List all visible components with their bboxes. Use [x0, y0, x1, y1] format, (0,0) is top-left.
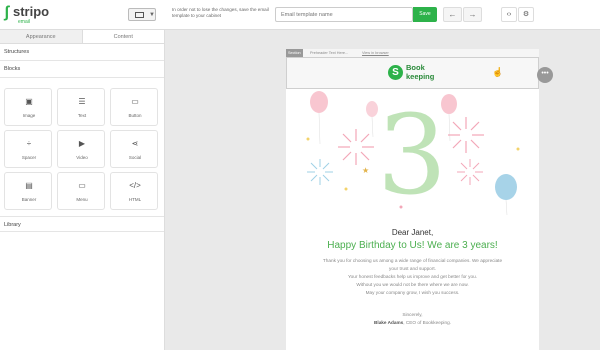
block-label: Spacer	[21, 155, 37, 160]
greeting[interactable]: Dear Janet,	[286, 228, 539, 237]
block-html[interactable]: </> HTML	[110, 172, 158, 210]
logo-mark-icon: ʃ	[4, 4, 10, 21]
sidebar-tabs: Appearance Content	[0, 30, 164, 44]
library-section[interactable]: Library	[0, 216, 164, 232]
mouse-cursor-icon: ☝	[492, 67, 504, 77]
balloon-pink-left	[310, 91, 328, 113]
block-video[interactable]: ▶ Video	[57, 130, 105, 168]
more-icon: •••	[541, 70, 549, 77]
body-line: May your company grow, I wish you succes…	[365, 290, 460, 296]
preheader-text[interactable]: Preheader Text Here...	[310, 49, 348, 57]
structures-section[interactable]: Structures	[0, 44, 164, 61]
confetti-dot	[344, 187, 348, 191]
block-text[interactable]: ☰ Text	[57, 88, 105, 126]
block-label: Image	[22, 113, 36, 118]
firework-pink-left	[338, 129, 374, 165]
brand-line-2: keeping	[406, 72, 435, 81]
banner-icon: ▤	[25, 181, 33, 190]
settings-button[interactable]: ⚙	[518, 7, 534, 22]
balloon-blue	[495, 174, 517, 200]
template-name-input[interactable]	[275, 7, 413, 22]
blocks-section[interactable]: Blocks	[0, 61, 164, 78]
html-icon: </>	[129, 181, 141, 190]
redo-icon: →	[468, 10, 477, 19]
headline[interactable]: Happy Birthday to Us! We are 3 years!	[286, 240, 539, 251]
block-menu[interactable]: ▭ Menu	[57, 172, 105, 210]
signature-name: Blake Adams	[374, 320, 404, 325]
signoff[interactable]: Sincerely,	[286, 312, 539, 317]
body-line: Thank you for choosing us among a wide r…	[322, 258, 503, 263]
more-options-button[interactable]: •••	[537, 67, 553, 83]
block-label: Banner	[21, 197, 37, 202]
block-label: Text	[77, 113, 87, 118]
firework-blue-left	[307, 159, 333, 185]
signature[interactable]: Blake Adams, CEO of Bookkeeping.	[286, 320, 539, 325]
text-icon: ☰	[78, 97, 86, 106]
sidebar: Appearance Content Structures Blocks ▣ I…	[0, 30, 165, 350]
star-icon: ★	[362, 166, 369, 175]
block-label: Social	[128, 155, 142, 160]
brand-line-1: Book	[406, 63, 425, 72]
section-label: Section	[286, 49, 303, 57]
menu-icon: ▭	[78, 181, 86, 190]
logo-name: stripo	[13, 4, 50, 19]
code-editor-button[interactable]: ‹›	[501, 7, 517, 22]
birthday-hero-image[interactable]: ★ ★ 3	[286, 89, 539, 215]
top-toolbar: ʃ stripo email ▼ In order not to lose th…	[0, 0, 600, 30]
block-label: HTML	[128, 197, 142, 202]
block-label: Menu	[76, 197, 88, 202]
video-icon: ▶	[78, 139, 86, 148]
body-line: Your honest feedbacks help us improve an…	[347, 274, 478, 280]
view-in-browser-link[interactable]: View in browser	[362, 49, 389, 57]
logo-subtitle: email	[18, 19, 30, 25]
spacer-icon: ÷	[26, 139, 32, 148]
share-icon: ⋖	[131, 139, 139, 148]
desktop-view-icon	[135, 12, 144, 18]
balloon-string	[318, 112, 321, 145]
image-icon: ▣	[25, 97, 33, 106]
bookkeeping-logo-icon: S	[388, 65, 403, 80]
confetti-dot	[306, 137, 310, 141]
redo-button[interactable]: →	[463, 7, 482, 22]
firework-pink-lower	[457, 159, 483, 185]
balloon-string	[448, 113, 451, 142]
save-button[interactable]: Save	[413, 7, 437, 22]
block-button[interactable]: ▭ Button	[110, 88, 158, 126]
tab-appearance[interactable]: Appearance	[0, 30, 83, 43]
undo-icon: ←	[448, 10, 457, 19]
signature-title: , CEO of Bookkeeping.	[403, 320, 451, 325]
balloon-string	[505, 199, 508, 215]
device-view-toggle[interactable]: ▼	[128, 8, 156, 21]
bookkeeping-logo[interactable]: S Book keeping	[388, 63, 458, 83]
block-spacer[interactable]: ÷ Spacer	[4, 130, 52, 168]
gear-icon: ⚙	[522, 11, 530, 18]
button-icon: ▭	[131, 97, 139, 106]
balloon-string	[371, 116, 374, 138]
block-label: Video	[76, 155, 88, 160]
save-hint-text: In order not to lose the changes, save t…	[172, 7, 269, 18]
undo-button[interactable]: ←	[443, 7, 462, 22]
stripo-logo[interactable]: ʃ stripo email	[4, 4, 52, 26]
block-label: Button	[128, 113, 142, 118]
body-line: Without you we would not be there where …	[356, 282, 469, 288]
tab-content[interactable]: Content	[83, 30, 165, 43]
confetti-dot	[516, 147, 520, 151]
block-social[interactable]: ⋖ Social	[110, 130, 158, 168]
block-image[interactable]: ▣ Image	[4, 88, 52, 126]
code-icon: ‹›	[506, 11, 512, 18]
hero-number: 3	[377, 91, 447, 215]
block-banner[interactable]: ▤ Banner	[4, 172, 52, 210]
body-line: your trust and support.	[389, 266, 436, 272]
body-paragraph[interactable]: Thank you for choosing us among a wide r…	[290, 257, 535, 297]
firework-pink-right	[448, 117, 484, 153]
chevron-down-icon: ▼	[149, 12, 155, 18]
